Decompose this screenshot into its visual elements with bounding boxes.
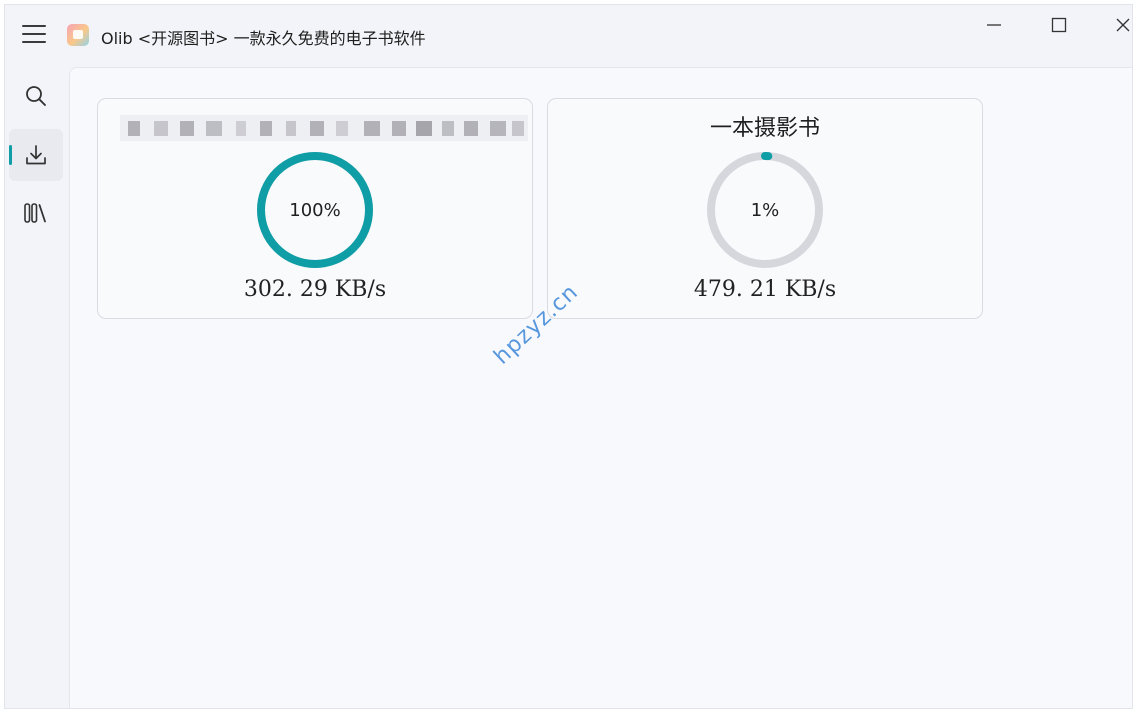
window-title: Olib <开源图书> 一款永久免费的电子书软件 [101, 29, 426, 48]
sidebar-item-search[interactable] [9, 70, 63, 122]
download-card[interactable]: 100% 302. 29 KB/s [97, 98, 533, 319]
download-card[interactable]: 一本摄影书 1% 479. 21 KB/s [547, 98, 983, 319]
title-bar: Olib <开源图书> 一款永久免费的电子书软件 [5, 5, 1132, 67]
progress-ring: 100% [255, 150, 375, 270]
book-title: 一本摄影书 [709, 116, 820, 141]
maximize-icon [1051, 17, 1067, 33]
minimize-icon [987, 24, 1001, 26]
close-button[interactable] [1091, 5, 1132, 45]
minimize-button[interactable] [962, 5, 1026, 45]
search-icon [26, 86, 46, 106]
download-speed: 302. 29 KB/s [243, 277, 387, 302]
sidebar-item-downloads[interactable] [9, 129, 63, 181]
library-books-icon [24, 203, 46, 223]
app-logo-icon [67, 24, 89, 46]
sidebar [5, 67, 69, 708]
progress-label: 100% [289, 199, 341, 221]
download-icon [26, 145, 46, 165]
menu-icon[interactable] [21, 23, 47, 45]
app-window: Olib <开源图书> 一款永久免费的电子书软件 100% 302. 29 KB… [4, 4, 1133, 709]
download-speed: 479. 21 KB/s [693, 277, 837, 302]
close-icon [1116, 18, 1130, 32]
progress-ring: 1% [705, 150, 825, 270]
progress-label: 1% [750, 199, 780, 221]
downloads-view: 100% 302. 29 KB/s 一本摄影书 1% 479. 21 KB/s [69, 67, 1132, 708]
sidebar-item-library[interactable] [9, 187, 63, 239]
blurred-book-title [120, 113, 528, 143]
maximize-button[interactable] [1027, 5, 1091, 45]
active-indicator [9, 145, 12, 165]
